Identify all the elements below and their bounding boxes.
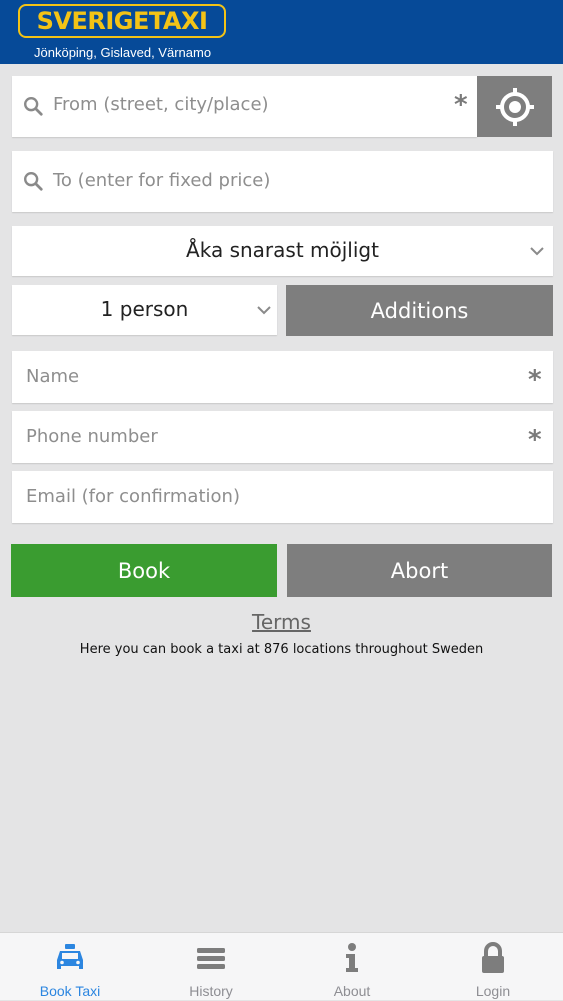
tab-login[interactable]: Login — [423, 933, 563, 1001]
locate-button[interactable] — [477, 76, 552, 137]
tab-history[interactable]: History — [141, 933, 281, 1001]
to-field[interactable]: To (enter for fixed price) — [12, 151, 553, 212]
chevron-down-icon — [257, 306, 271, 315]
time-select[interactable]: Åka snarast möjligt — [12, 226, 553, 276]
time-select-value: Åka snarast möjligt — [186, 238, 379, 262]
tab-label: History — [189, 983, 233, 999]
tab-label: Login — [475, 983, 511, 999]
search-icon — [24, 97, 43, 116]
tab-label: About — [333, 983, 371, 999]
tab-book-taxi[interactable]: Book Taxi — [0, 933, 140, 1001]
list-icon — [197, 948, 225, 969]
chevron-down-icon — [530, 247, 544, 256]
taxi-icon — [57, 944, 83, 969]
header-subtitle: Jönköping, Gislaved, Värnamo — [34, 45, 212, 60]
tab-label: Book Taxi — [39, 983, 101, 999]
required-asterisk: * — [454, 90, 468, 120]
lock-icon — [482, 942, 504, 973]
email-field[interactable]: Email (for confirmation) — [12, 471, 553, 523]
additions-button[interactable]: Additions — [286, 285, 553, 336]
phone-placeholder: Phone number — [26, 426, 158, 447]
name-placeholder: Name — [26, 366, 80, 387]
required-asterisk: * — [528, 365, 542, 395]
app-header: SVERIGETAXI Jönköping, Gislaved, Värnamo — [0, 0, 563, 64]
required-asterisk: * — [528, 425, 542, 455]
book-button[interactable]: Book — [11, 544, 277, 597]
info-icon — [346, 943, 358, 972]
to-placeholder: To (enter for fixed price) — [53, 170, 271, 191]
search-icon — [24, 172, 43, 191]
info-text: Here you can book a taxi at 876 location… — [79, 642, 484, 657]
sverigetaxi-logo: SVERIGETAXI — [18, 4, 226, 38]
logo-text: SVERIGETAXI — [36, 7, 208, 35]
name-field[interactable]: Name * — [12, 351, 553, 403]
from-placeholder: From (street, city/place) — [53, 94, 269, 115]
persons-select-value: 1 person — [100, 297, 189, 321]
phone-field[interactable]: Phone number * — [12, 411, 553, 463]
persons-select[interactable]: 1 person — [12, 285, 277, 335]
terms-link[interactable]: Terms — [0, 610, 563, 634]
email-placeholder: Email (for confirmation) — [26, 486, 240, 507]
tab-bar: Book Taxi History About Login — [0, 932, 563, 1000]
crosshair-icon — [495, 87, 534, 126]
from-field[interactable]: From (street, city/place) * — [12, 76, 477, 137]
tab-about[interactable]: About — [282, 933, 422, 1001]
abort-button[interactable]: Abort — [287, 544, 552, 597]
